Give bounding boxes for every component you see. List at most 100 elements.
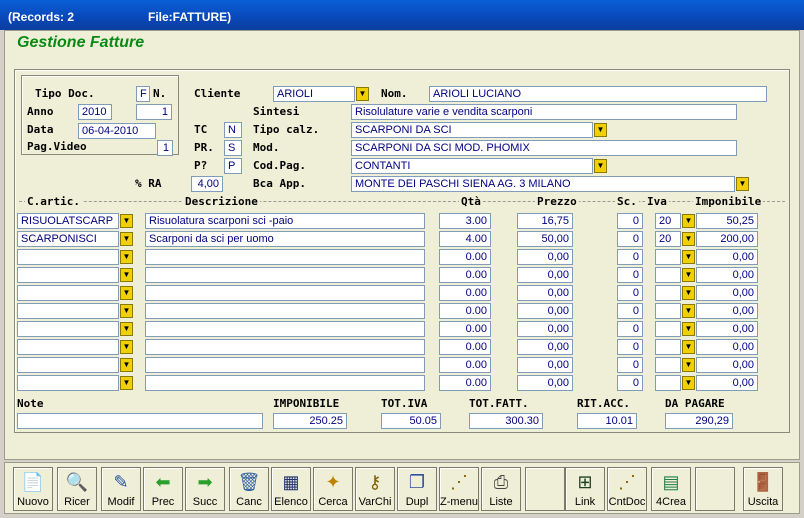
row-iva-field[interactable]	[655, 285, 681, 301]
note-field[interactable]	[17, 413, 263, 429]
cerca-button[interactable]: ✦ Cerca	[313, 467, 353, 511]
elenco-button[interactable]: ▦ Elenco	[271, 467, 311, 511]
row-qta-field[interactable]: 0.00	[439, 357, 491, 373]
row-iva-field[interactable]	[655, 303, 681, 319]
row-cartic-dropdown-icon[interactable]: ▼	[120, 304, 133, 318]
row-imponibile-field[interactable]: 0,00	[696, 249, 758, 265]
row-sc-field[interactable]: 0	[617, 231, 643, 247]
mod-field[interactable]: SCARPONI DA SCI MOD. PHOMIX	[351, 140, 737, 156]
anno-field[interactable]: 2010	[78, 104, 112, 120]
row-descrizione-field[interactable]	[145, 249, 425, 265]
row-iva-field[interactable]	[655, 321, 681, 337]
row-sc-field[interactable]: 0	[617, 321, 643, 337]
cliente-dropdown-icon[interactable]: ▼	[356, 87, 369, 101]
link-button[interactable]: ⊞ Link	[565, 467, 605, 511]
row-imponibile-field[interactable]: 0,00	[696, 285, 758, 301]
row-iva-field[interactable]	[655, 267, 681, 283]
4crea-button[interactable]: ▤ 4Crea	[651, 467, 691, 511]
bca-field[interactable]: MONTE DEI PASCHI SIENA AG. 3 MILANO	[351, 176, 735, 192]
liste-button[interactable]: ⎙ Liste	[481, 467, 521, 511]
row-descrizione-field[interactable]	[145, 303, 425, 319]
cntdoc-button[interactable]: ⋰ CntDoc	[607, 467, 647, 511]
row-cartic-dropdown-icon[interactable]: ▼	[120, 268, 133, 282]
row-cartic-field[interactable]	[17, 357, 119, 373]
row-prezzo-field[interactable]: 50,00	[517, 231, 573, 247]
row-imponibile-field[interactable]: 50,25	[696, 213, 758, 229]
tipo-doc-field[interactable]: F	[136, 86, 150, 102]
row-cartic-field[interactable]	[17, 375, 119, 391]
row-cartic-field[interactable]	[17, 249, 119, 265]
row-prezzo-field[interactable]: 0,00	[517, 375, 573, 391]
row-descrizione-field[interactable]	[145, 357, 425, 373]
row-cartic-field[interactable]	[17, 267, 119, 283]
row-cartic-dropdown-icon[interactable]: ▼	[120, 322, 133, 336]
row-cartic-dropdown-icon[interactable]: ▼	[120, 340, 133, 354]
row-sc-field[interactable]: 0	[617, 339, 643, 355]
row-iva-dropdown-icon[interactable]: ▼	[682, 250, 695, 264]
row-imponibile-field[interactable]: 0,00	[696, 375, 758, 391]
row-sc-field[interactable]: 0	[617, 267, 643, 283]
canc-button[interactable]: 🗑 Canc	[229, 467, 269, 511]
row-iva-field[interactable]	[655, 357, 681, 373]
pag-video-field[interactable]: 1	[157, 140, 173, 156]
row-iva-dropdown-icon[interactable]: ▼	[682, 358, 695, 372]
blank-button[interactable]	[525, 467, 565, 511]
row-iva-field[interactable]: 20	[655, 213, 681, 229]
row-qta-field[interactable]: 0.00	[439, 285, 491, 301]
row-qta-field[interactable]: 4.00	[439, 231, 491, 247]
nuovo-button[interactable]: 📄 Nuovo	[13, 467, 53, 511]
row-cartic-field[interactable]	[17, 321, 119, 337]
row-qta-field[interactable]: 0.00	[439, 303, 491, 319]
ra-field[interactable]: 4,00	[191, 176, 223, 192]
row-cartic-field[interactable]	[17, 339, 119, 355]
row-cartic-dropdown-icon[interactable]: ▼	[120, 250, 133, 264]
row-prezzo-field[interactable]: 0,00	[517, 321, 573, 337]
data-field[interactable]: 06-04-2010	[78, 123, 156, 139]
row-descrizione-field[interactable]	[145, 285, 425, 301]
z-menu-button[interactable]: ⋰ Z-menu	[439, 467, 479, 511]
row-qta-field[interactable]: 0.00	[439, 339, 491, 355]
row-prezzo-field[interactable]: 0,00	[517, 267, 573, 283]
row-sc-field[interactable]: 0	[617, 375, 643, 391]
row-descrizione-field[interactable]	[145, 339, 425, 355]
row-imponibile-field[interactable]: 200,00	[696, 231, 758, 247]
p-field[interactable]: P	[224, 158, 242, 174]
numero-field[interactable]: 1	[136, 104, 172, 120]
row-descrizione-field[interactable]	[145, 375, 425, 391]
row-sc-field[interactable]: 0	[617, 357, 643, 373]
varchi-button[interactable]: ⚷ VarChi	[355, 467, 395, 511]
row-prezzo-field[interactable]: 0,00	[517, 303, 573, 319]
sintesi-field[interactable]: Risolulature varie e vendita scarponi	[351, 104, 737, 120]
row-qta-field[interactable]: 3.00	[439, 213, 491, 229]
row-imponibile-field[interactable]: 0,00	[696, 357, 758, 373]
modif-button[interactable]: ✎ Modif	[101, 467, 141, 511]
row-sc-field[interactable]: 0	[617, 249, 643, 265]
row-iva-dropdown-icon[interactable]: ▼	[682, 268, 695, 282]
row-cartic-field[interactable]: RISUOLATSCARP	[17, 213, 119, 229]
succ-button[interactable]: ➡ Succ	[185, 467, 225, 511]
row-imponibile-field[interactable]: 0,00	[696, 339, 758, 355]
pr-field[interactable]: S	[224, 140, 242, 156]
row-sc-field[interactable]: 0	[617, 303, 643, 319]
row-iva-dropdown-icon[interactable]: ▼	[682, 304, 695, 318]
row-iva-field[interactable]	[655, 339, 681, 355]
row-descrizione-field[interactable]: Risuolatura scarponi sci -paio	[145, 213, 425, 229]
tipo-calz-field[interactable]: SCARPONI DA SCI	[351, 122, 593, 138]
row-qta-field[interactable]: 0.00	[439, 375, 491, 391]
row-iva-field[interactable]	[655, 249, 681, 265]
row-imponibile-field[interactable]: 0,00	[696, 321, 758, 337]
row-cartic-dropdown-icon[interactable]: ▼	[120, 286, 133, 300]
row-cartic-dropdown-icon[interactable]: ▼	[120, 376, 133, 390]
dupl-button[interactable]: ❐ Dupl	[397, 467, 437, 511]
row-cartic-dropdown-icon[interactable]: ▼	[120, 358, 133, 372]
cod-pag-field[interactable]: CONTANTI	[351, 158, 593, 174]
row-sc-field[interactable]: 0	[617, 213, 643, 229]
row-prezzo-field[interactable]: 16,75	[517, 213, 573, 229]
row-descrizione-field[interactable]: Scarponi da sci per uomo	[145, 231, 425, 247]
row-cartic-field[interactable]	[17, 285, 119, 301]
tc-field[interactable]: N	[224, 122, 242, 138]
nom-field[interactable]: ARIOLI LUCIANO	[429, 86, 767, 102]
row-descrizione-field[interactable]	[145, 321, 425, 337]
row-cartic-field[interactable]	[17, 303, 119, 319]
row-descrizione-field[interactable]	[145, 267, 425, 283]
